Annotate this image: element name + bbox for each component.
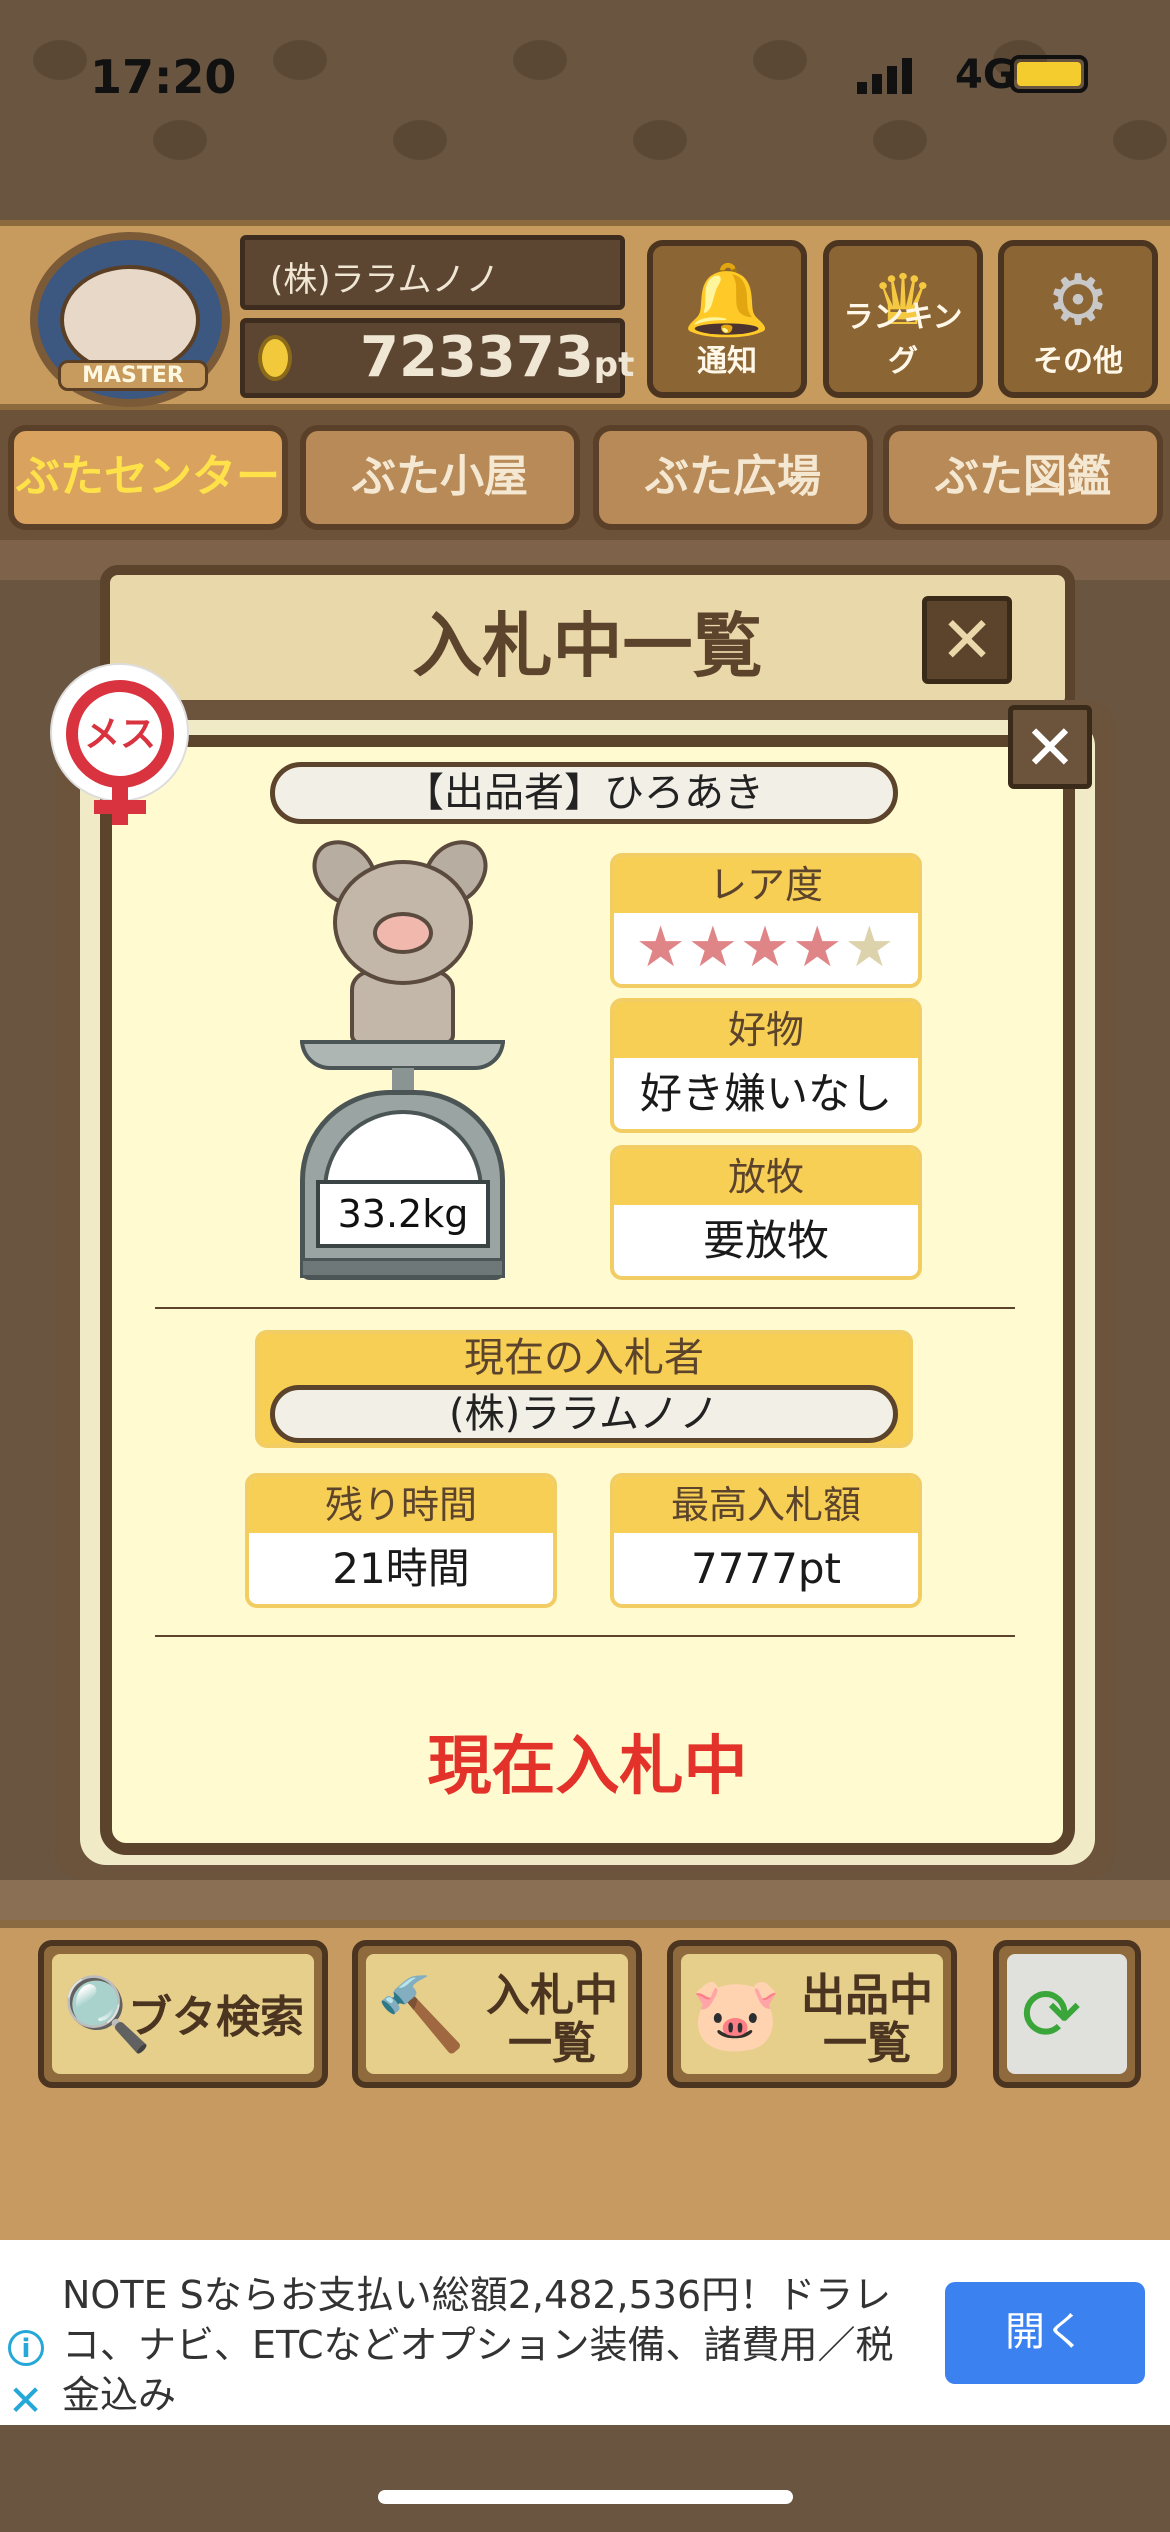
star-filled-icon: ★ — [635, 915, 688, 980]
bidding-status: 現在入札中 — [427, 1730, 748, 1804]
tab-buta-center[interactable]: ぶたセンター — [8, 425, 288, 530]
time-left-card: 残り時間 21時間 — [245, 1473, 557, 1608]
signal-icon — [857, 58, 912, 94]
star-filled-icon: ★ — [792, 915, 845, 980]
current-bidder-value: (株)ララムノノ — [270, 1385, 898, 1443]
points-value: 723373pt — [360, 325, 635, 390]
close-icon[interactable]: ✕ — [8, 2376, 43, 2425]
favorite-label: 好物 — [614, 1002, 918, 1058]
pig-search-label: ブタ検索 — [128, 1992, 304, 2043]
weight-value: 33.2kg — [316, 1180, 490, 1248]
player-name: (株)ララムノノ — [270, 260, 500, 300]
star-filled-icon: ★ — [739, 915, 793, 980]
other-button[interactable]: ⚙ その他 — [998, 240, 1158, 398]
gavel-icon: 🔨 — [376, 1972, 466, 2056]
pig-avatar-icon — [60, 265, 200, 375]
points-unit: pt — [593, 345, 635, 385]
bell-icon: 🔔 — [683, 259, 771, 341]
grazing-value: 要放牧 — [702, 1216, 829, 1265]
time-left-value: 21時間 — [332, 1544, 470, 1593]
bidding-list-label: 入札中 一覧 — [486, 1970, 618, 2069]
star-filled-icon: ★ — [687, 915, 740, 980]
coin-icon — [258, 335, 292, 381]
female-symbol-icon: メス — [66, 680, 174, 788]
top-bid-label: 最高入札額 — [614, 1477, 918, 1533]
listing-list-label: 出品中 一覧 — [801, 1970, 933, 2069]
female-symbol-bar — [94, 800, 146, 814]
ranking-button[interactable]: ♛ ランキング — [823, 240, 983, 398]
tab-buta-zukan[interactable]: ぶた図鑑 — [883, 425, 1163, 530]
grazing-card: 放牧 要放牧 — [610, 1145, 922, 1280]
info-icon[interactable]: i — [8, 2330, 44, 2366]
pig-snout — [373, 912, 433, 954]
listing-list-button[interactable]: 🐷 出品中 一覧 — [667, 1940, 957, 2088]
notification-label: 通知 — [697, 344, 757, 379]
battery-icon — [1010, 55, 1088, 93]
favorite-value: 好き嫌いなし — [639, 1069, 892, 1118]
scale-base — [300, 1258, 505, 1278]
bidding-list-button[interactable]: 🔨 入札中 一覧 — [352, 1940, 642, 2088]
top-bid-value: 7777pt — [690, 1544, 841, 1593]
top-bid-card: 最高入札額 7777pt — [610, 1473, 922, 1608]
rarity-label: レア度 — [614, 857, 918, 913]
tab-buta-hiroba[interactable]: ぶた広場 — [593, 425, 873, 530]
seller-label: 【出品者】ひろあき — [270, 762, 898, 824]
pig-face-icon: 🐷 — [691, 1972, 781, 2056]
modal-close-button[interactable]: ✕ — [1008, 705, 1092, 789]
refresh-button[interactable]: ⟳ — [993, 1940, 1141, 2088]
home-indicator[interactable] — [378, 2490, 793, 2504]
ad-text[interactable]: NOTE Sならお支払い総額2,482,536円！ドラレコ、ナビ、ETCなどオプ… — [62, 2270, 902, 2420]
gear-icon: ⚙ — [1046, 259, 1110, 341]
badge-label: MASTER — [58, 360, 208, 391]
notification-button[interactable]: 🔔 通知 — [647, 240, 807, 398]
other-label: その他 — [1033, 344, 1123, 379]
status-time: 17:20 — [90, 50, 237, 104]
panel-close-button[interactable]: ✕ — [922, 596, 1012, 684]
network-type: 4G — [955, 52, 1016, 98]
refresh-icon: ⟳ — [1021, 1972, 1082, 2056]
ranking-label: ランキング — [843, 300, 963, 379]
grazing-label: 放牧 — [614, 1149, 918, 1205]
background-pattern — [0, 0, 1170, 220]
favorite-card: 好物 好き嫌いなし — [610, 998, 922, 1133]
tab-buta-koya[interactable]: ぶた小屋 — [300, 425, 580, 530]
time-left-label: 残り時間 — [249, 1477, 553, 1533]
divider — [155, 1307, 1015, 1309]
star-empty-icon: ★ — [844, 915, 897, 980]
divider — [155, 1635, 1015, 1637]
background-bottom — [0, 2425, 1170, 2532]
scale-stem — [392, 1068, 414, 1092]
rarity-card: レア度 ★★★★★ — [610, 853, 922, 988]
pig-search-button[interactable]: 🔍 ブタ検索 — [38, 1940, 328, 2088]
detail-modal-body — [100, 735, 1075, 1855]
current-bidder-label: 現在の入札者 — [464, 1335, 704, 1381]
rarity-stars: ★★★★★ — [614, 913, 918, 983]
ad-open-button[interactable]: 開く — [945, 2282, 1145, 2384]
scale-tray — [300, 1040, 505, 1070]
